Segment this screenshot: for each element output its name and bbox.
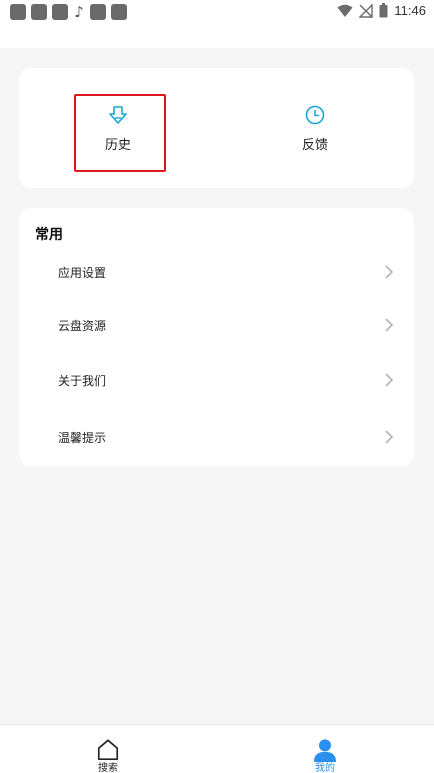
app-notification-icon xyxy=(90,4,106,20)
tab-search[interactable]: 搜索 xyxy=(68,725,148,773)
tab-label: 我的 xyxy=(315,763,335,773)
clock-icon xyxy=(305,105,325,124)
app-notification-icon xyxy=(31,4,47,20)
battery-icon xyxy=(379,3,388,18)
menu-item-tips[interactable]: 温馨提示 xyxy=(19,417,414,457)
notification-icons: ♪ xyxy=(10,4,127,20)
menu-item-label: 云盘资源 xyxy=(58,318,107,333)
chevron-right-icon xyxy=(385,265,394,279)
menu-item-label: 温馨提示 xyxy=(58,430,107,445)
chevron-right-icon xyxy=(385,318,394,332)
common-card: 常用 应用设置 云盘资源 关于我们 温馨提示 xyxy=(19,208,414,466)
feedback-button[interactable]: 反馈 xyxy=(270,68,360,188)
shortcuts-card: 历史 反馈 xyxy=(19,68,414,188)
clock-time: 11:46 xyxy=(394,3,426,18)
music-note-icon: ♪ xyxy=(74,3,84,21)
section-title: 常用 xyxy=(35,227,63,243)
app-notification-icon xyxy=(52,4,68,20)
tab-mine[interactable]: 我的 xyxy=(285,725,365,773)
wifi-icon xyxy=(337,4,353,17)
feedback-label: 反馈 xyxy=(301,137,328,153)
status-bar: ♪ 11:46 xyxy=(0,0,434,48)
menu-item-about-us[interactable]: 关于我们 xyxy=(19,360,414,400)
app-notification-icon xyxy=(111,4,127,20)
menu-item-cloud-resources[interactable]: 云盘资源 xyxy=(19,305,414,345)
system-icons: 11:46 xyxy=(337,3,426,18)
app-notification-icon xyxy=(10,4,26,20)
bottom-nav: 搜索 我的 xyxy=(0,724,434,773)
menu-item-app-settings[interactable]: 应用设置 xyxy=(19,252,414,292)
history-button[interactable]: 历史 xyxy=(73,68,163,188)
tab-label: 搜索 xyxy=(98,763,118,773)
history-label: 历史 xyxy=(104,137,131,153)
chevron-right-icon xyxy=(385,430,394,444)
menu-item-label: 关于我们 xyxy=(58,373,107,388)
chevron-right-icon xyxy=(385,373,394,387)
menu-item-label: 应用设置 xyxy=(58,265,107,280)
download-arrow-icon xyxy=(109,105,127,124)
no-signal-icon xyxy=(359,3,374,18)
